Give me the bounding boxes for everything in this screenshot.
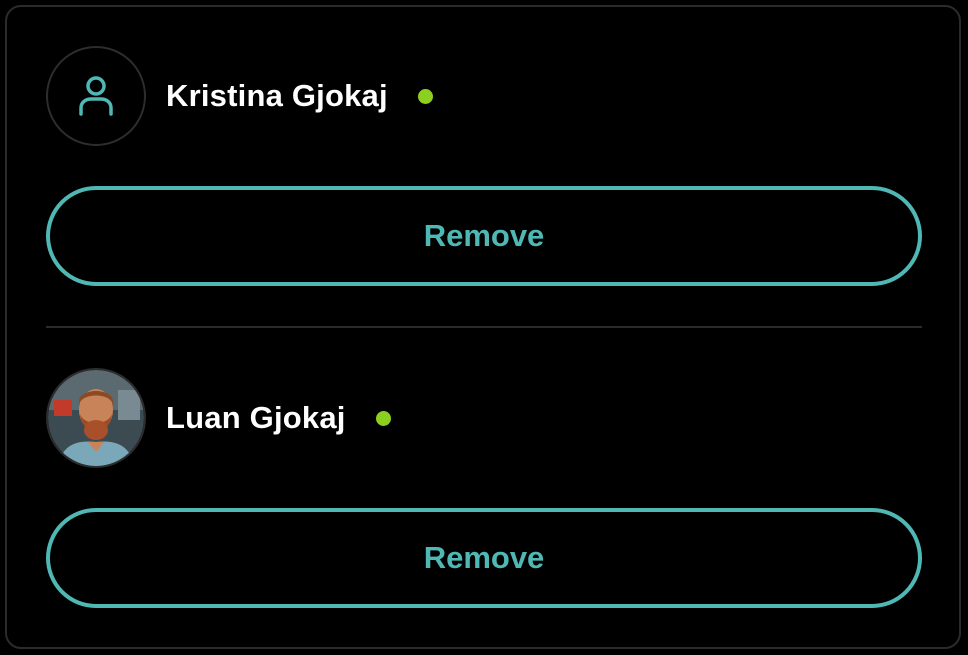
member-row: Luan Gjokaj Remove: [46, 368, 922, 608]
member-header: Luan Gjokaj: [46, 368, 922, 468]
member-header: Kristina Gjokaj: [46, 46, 922, 146]
online-status-dot: [417, 88, 433, 104]
avatar-photo: [48, 370, 144, 466]
member-name: Kristina Gjokaj: [166, 78, 388, 113]
avatar: [46, 368, 146, 468]
divider: [46, 326, 922, 328]
remove-button[interactable]: Remove: [46, 186, 922, 286]
online-status-dot: [375, 410, 391, 426]
member-name: Luan Gjokaj: [166, 400, 346, 435]
remove-button[interactable]: Remove: [46, 508, 922, 608]
user-icon: [79, 76, 113, 116]
avatar: [46, 46, 146, 146]
member-row: Kristina Gjokaj Remove: [46, 46, 922, 286]
